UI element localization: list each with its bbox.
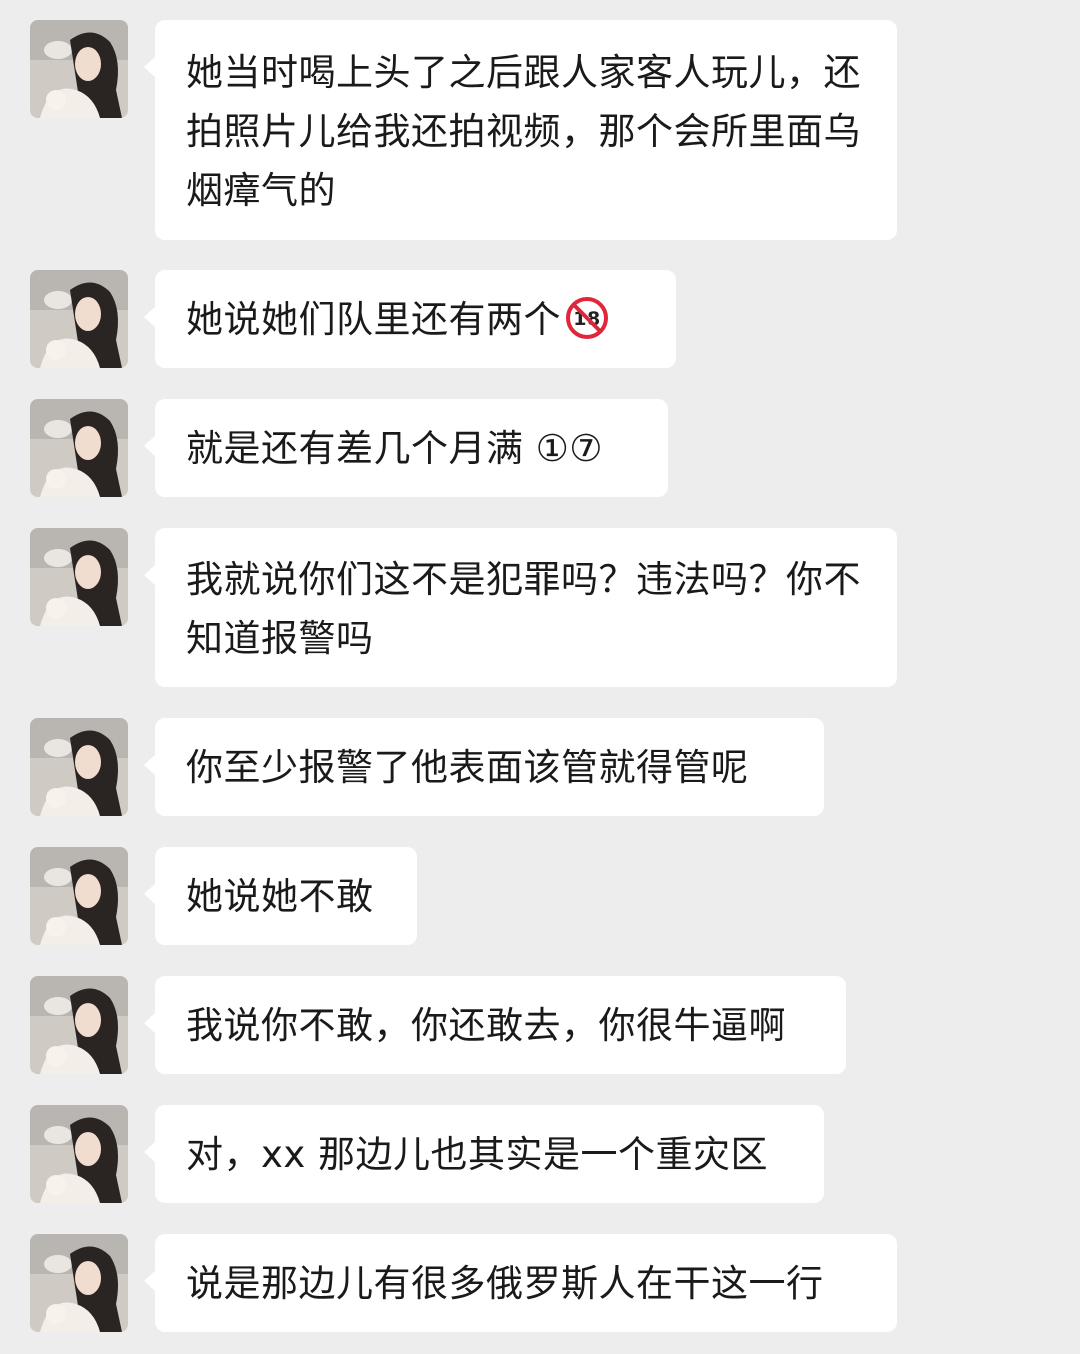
message-text: 她说她们队里还有两个 [186, 298, 561, 341]
chat-message-list: 她当时喝上头了之后跟人家客人玩儿，还拍照片儿给我还拍视频，那个会所里面乌烟瘴气的… [0, 0, 1080, 1354]
message-bubble[interactable]: 就是还有差几个月满 ①⑦ [144, 399, 668, 497]
avatar[interactable] [30, 718, 128, 816]
avatar[interactable] [30, 1105, 128, 1203]
message-bubble[interactable]: 她当时喝上头了之后跟人家客人玩儿，还拍照片儿给我还拍视频，那个会所里面乌烟瘴气的 [144, 20, 897, 240]
message-text: 对，xx 那边儿也其实是一个重灾区 [186, 1133, 769, 1176]
message-text: 说是那边儿有很多俄罗斯人在干这一行 [186, 1262, 824, 1305]
no-one-under-18-icon: 18 [565, 296, 609, 340]
message-text: 就是还有差几个月满 ①⑦ [186, 427, 604, 470]
avatar[interactable] [30, 528, 128, 626]
message-text: 她当时喝上头了之后跟人家客人玩儿，还拍照片儿给我还拍视频，那个会所里面乌烟瘴气的 [186, 51, 861, 212]
avatar[interactable] [30, 976, 128, 1074]
message-bubble[interactable]: 我就说你们这不是犯罪吗？违法吗？你不知道报警吗 [144, 528, 897, 687]
message-text: 她说她不敢 [186, 875, 374, 918]
message-bubble[interactable]: 你至少报警了他表面该管就得管呢 [144, 718, 824, 816]
avatar[interactable] [30, 20, 128, 118]
avatar[interactable] [30, 847, 128, 945]
message-bubble[interactable]: 她说她们队里还有两个 18 [144, 270, 676, 368]
message-bubble[interactable]: 她说她不敢 [144, 847, 417, 945]
avatar[interactable] [30, 1234, 128, 1332]
message-bubble[interactable]: 说是那边儿有很多俄罗斯人在干这一行 [144, 1234, 897, 1332]
avatar[interactable] [30, 270, 128, 368]
message-text: 我说你不敢，你还敢去，你很牛逼啊 [186, 1004, 786, 1047]
message-bubble[interactable]: 对，xx 那边儿也其实是一个重灾区 [144, 1105, 824, 1203]
avatar[interactable] [30, 399, 128, 497]
message-bubble[interactable]: 我说你不敢，你还敢去，你很牛逼啊 [144, 976, 846, 1074]
message-text: 你至少报警了他表面该管就得管呢 [186, 746, 749, 789]
message-text: 我就说你们这不是犯罪吗？违法吗？你不知道报警吗 [186, 558, 861, 660]
